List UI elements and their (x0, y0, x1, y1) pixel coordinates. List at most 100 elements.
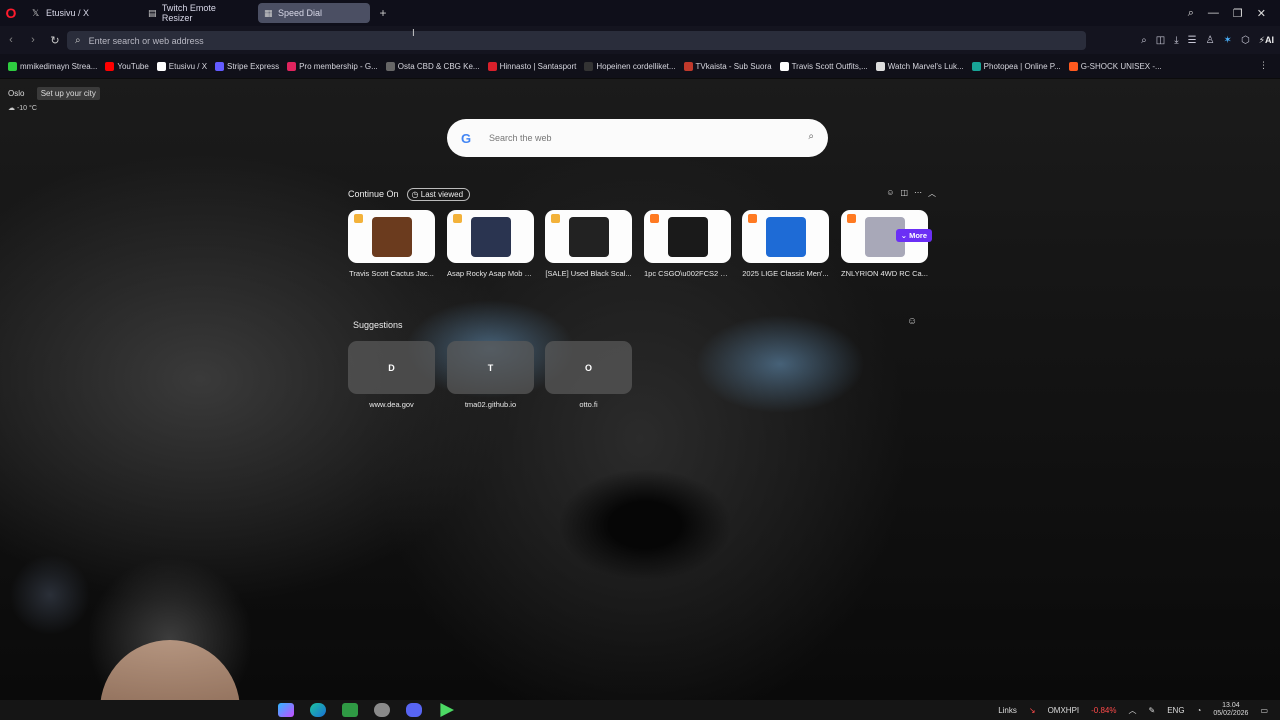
links-label[interactable]: Links (998, 706, 1017, 715)
favicon-icon (779, 61, 789, 71)
google-icon: G (461, 130, 472, 146)
suggestion-tile[interactable]: Dwww.dea.gov (348, 341, 435, 409)
product-thumbnail[interactable] (545, 210, 632, 263)
tab-label: Twitch Emote Resizer (161, 3, 216, 23)
web-search-box[interactable]: G ⌕ (447, 119, 828, 157)
bookmark-label: G-SHOCK UNISEX -... (1080, 61, 1162, 71)
find-icon[interactable]: ⌕ (1141, 35, 1147, 46)
product-title[interactable]: 1pc CSGO\u002FCS2 E... (644, 269, 731, 278)
address-input[interactable] (88, 35, 689, 46)
tab-label: Etusivu / X (46, 8, 90, 18)
bookmark-label: Etusivu / X (168, 61, 208, 71)
continue-on-card[interactable]: 1pc CSGO\u002FCS2 E... (644, 210, 731, 278)
product-thumbnail[interactable] (447, 210, 534, 263)
suggestion-label[interactable]: otto.fi (545, 400, 632, 409)
bookmark-item[interactable]: Hinnasto | Santasport (487, 61, 576, 71)
extensions-icon[interactable]: ⬡ (1241, 35, 1250, 46)
bookmark-item[interactable]: TVkaista - Sub Suora (683, 61, 772, 71)
edge-app-icon[interactable] (310, 703, 326, 717)
taskbar: Links ↘ OMXHPI -0.84% ︿ ✎ ENG ◔ 13.04 05… (0, 700, 1280, 720)
bookmark-item[interactable]: G-SHOCK UNISEX -... (1068, 61, 1162, 71)
profile-icon[interactable]: ♙ (1206, 35, 1215, 46)
bookmark-item[interactable]: YouTube (105, 61, 149, 71)
tab-speed-dial[interactable]: ▦ Speed Dial (258, 3, 370, 23)
continue-on-card[interactable]: ZNLYRION 4WD RC Ca... ⌄ More (841, 210, 932, 278)
suggestion-letter[interactable]: D (348, 341, 435, 394)
product-title[interactable]: Travis Scott Cactus Jac... (348, 269, 435, 278)
bookmark-label: Osta CBD & CBG Ke... (397, 61, 480, 71)
product-thumbnail[interactable] (742, 210, 829, 263)
close-icon[interactable]: ✕ (1257, 7, 1266, 20)
continue-on-card[interactable]: 2025 LIGE Classic Men'... (742, 210, 829, 278)
product-title[interactable]: 2025 LIGE Classic Men'... (742, 269, 829, 278)
suggestion-letter[interactable]: T (447, 341, 534, 394)
restore-icon[interactable]: ❐ (1233, 7, 1243, 20)
bookmark-item[interactable]: Etusivu / X (156, 61, 208, 71)
web-search-input[interactable] (489, 133, 789, 143)
last-viewed-filter[interactable]: ◷ Last viewed (406, 187, 471, 201)
discord-app-icon[interactable] (406, 703, 422, 717)
suggestion-tile[interactable]: Ootto.fi (545, 341, 632, 409)
favicon-icon (1068, 61, 1078, 71)
product-title[interactable]: Asap Rocky Asap Mob x... (447, 269, 534, 278)
page-icon: ▤ (148, 7, 157, 18)
continue-on-card[interactable]: Asap Rocky Asap Mob x... (447, 210, 534, 278)
opera-logo-icon[interactable]: O (0, 0, 22, 26)
bookmark-item[interactable]: Osta CBD & CBG Ke... (385, 61, 480, 71)
bookmark-item[interactable]: Stripe Express (215, 61, 279, 71)
collapse-icon[interactable]: ︿ (928, 188, 936, 199)
layout-icon[interactable]: ◫ (900, 188, 908, 199)
new-tab-button[interactable]: + (376, 6, 390, 20)
tab-search-icon[interactable]: ⌕ (1188, 7, 1194, 20)
reload-icon[interactable]: ↻ (44, 34, 66, 47)
extension-icon[interactable]: ✶ (1224, 35, 1232, 46)
suggestion-tile[interactable]: Ttma02.github.io (447, 341, 534, 409)
search-icon[interactable]: ⌕ (808, 131, 814, 142)
bookmark-item[interactable]: Travis Scott Outfits,... (779, 61, 868, 71)
x-logo-icon: 𝕏 (32, 7, 40, 18)
pen-icon[interactable]: ✎ (1149, 706, 1156, 715)
more-options-icon[interactable]: ⋯ (914, 188, 922, 199)
settings-app-icon[interactable] (374, 703, 390, 717)
bookmark-item[interactable]: mmikedimayn Strea... (8, 61, 97, 71)
address-bar[interactable]: ⌕ (67, 31, 1086, 50)
menu-icon[interactable]: ☰ (1188, 35, 1197, 46)
setup-city-button[interactable]: Set up your city (36, 87, 100, 100)
clock-icon: ◷ (411, 189, 419, 199)
language-indicator[interactable]: ENG (1167, 706, 1184, 715)
notifications-icon[interactable]: ▭ (1260, 706, 1268, 715)
bookmark-item[interactable]: Pro membership - G... (287, 61, 378, 71)
product-thumbnail[interactable] (644, 210, 731, 263)
wifi-icon[interactable]: ◔ (1197, 706, 1202, 715)
tab-etusivu[interactable]: 𝕏 Etusivu / X (26, 3, 138, 23)
product-title[interactable]: ZNLYRION 4WD RC Ca... (841, 269, 928, 278)
bookmark-item[interactable]: Watch Marvel's Luk... (875, 61, 964, 71)
store-app-icon[interactable] (342, 703, 358, 717)
more-button[interactable]: ⌄ More (895, 229, 932, 242)
continue-on-card[interactable]: Travis Scott Cactus Jac... (348, 210, 435, 278)
chevron-up-icon[interactable]: ︿ (1129, 705, 1137, 716)
forward-icon[interactable]: › (22, 34, 44, 46)
emoji-icon[interactable]: ☺ (907, 316, 917, 327)
continue-on-card[interactable]: [SALE] Used Black Scal... (545, 210, 632, 278)
suggestion-letter[interactable]: O (545, 341, 632, 394)
download-icon[interactable]: ⤓ (1174, 35, 1178, 46)
suggestion-label[interactable]: tma02.github.io (447, 400, 534, 409)
product-thumbnail[interactable] (348, 210, 435, 263)
back-icon[interactable]: ‹ (0, 34, 22, 46)
suggestion-label[interactable]: www.dea.gov (348, 400, 435, 409)
product-title[interactable]: [SALE] Used Black Scal... (545, 269, 632, 278)
snapshot-icon[interactable]: ◫ (1156, 35, 1165, 46)
bookmark-item[interactable]: Hopeinen cordelliket... (584, 61, 676, 71)
tab-emote-resizer[interactable]: ▤ Twitch Emote Resizer (142, 3, 254, 23)
product-image (371, 216, 412, 257)
bookmarks-more-icon[interactable]: ⋮ (1259, 60, 1268, 71)
stock-ticker[interactable]: OMXHPI (1048, 706, 1080, 715)
play-app-icon[interactable] (440, 703, 454, 717)
clock[interactable]: 13.04 05/02/2026 (1213, 702, 1248, 718)
bookmark-item[interactable]: Photopea | Online P... (971, 61, 1061, 71)
emoji-icon[interactable]: ☺ (886, 188, 894, 199)
minimize-icon[interactable]: — (1208, 7, 1219, 19)
aria-ai-icon[interactable]: ⚡AI (1259, 35, 1274, 46)
copilot-app-icon[interactable] (278, 703, 294, 717)
